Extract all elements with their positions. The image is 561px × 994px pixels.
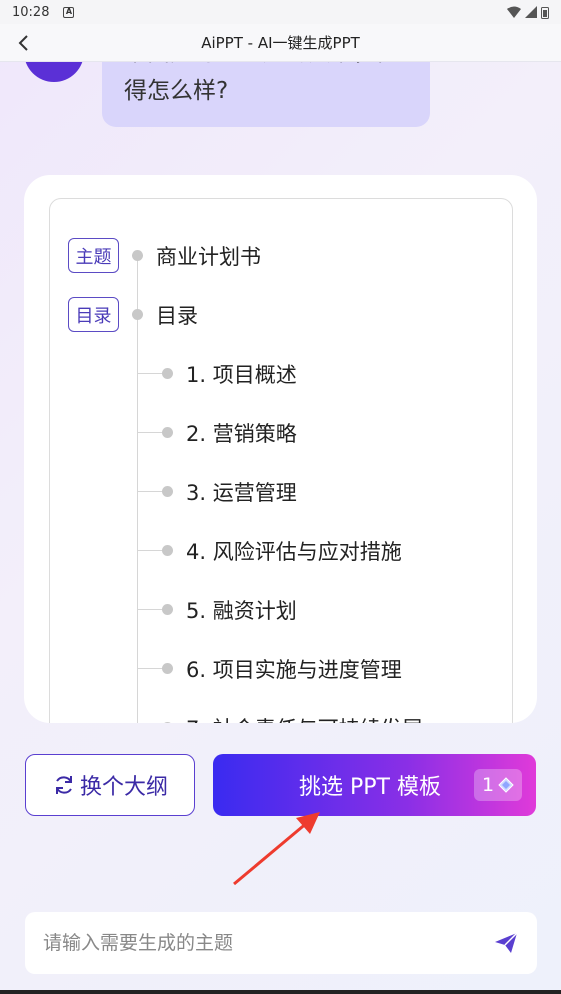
outline-item: 6. 项目实施与进度管理 — [186, 658, 402, 682]
app-bar: AiPPT - AI一键生成PPT — [0, 24, 561, 62]
tree-node — [132, 250, 143, 261]
refresh-icon — [55, 776, 72, 794]
chevron-left-icon — [18, 35, 28, 51]
outline-card[interactable]: 主题 商业计划书 目录 目录 1. 项目概述 2. 营销策略 3. 运营管理 4… — [24, 175, 537, 723]
outline-item: 3. 运营管理 — [186, 481, 297, 505]
pointer-arrow-icon — [233, 812, 320, 886]
tree-branch — [138, 491, 162, 492]
diamond-icon — [498, 777, 514, 793]
change-outline-label: 换个大纲 — [79, 775, 168, 800]
chat-bubble: 下面是为您生成的大纲，觉 得怎么样? — [102, 62, 430, 127]
theme-tag: 主题 — [68, 238, 119, 273]
send-icon[interactable] — [493, 930, 519, 956]
tree-branch — [138, 432, 162, 433]
theme-title: 商业计划书 — [156, 245, 261, 269]
chat-page: 下面是为您生成的大纲，觉 得怎么样? 主题 商业计划书 目录 目录 1. 项目概… — [0, 62, 561, 994]
tree-node — [162, 722, 173, 723]
bubble-line-2: 得怎么样? — [124, 78, 229, 104]
credit-badge: 1 — [474, 769, 522, 801]
toc-tag: 目录 — [68, 297, 119, 332]
tree-node — [162, 486, 173, 497]
status-bar: 10:28 A — [0, 0, 561, 24]
tree-node — [162, 545, 173, 556]
tree-node — [132, 309, 143, 320]
status-icons — [507, 6, 549, 19]
toc-title: 目录 — [156, 304, 198, 328]
select-template-label: 挑选 PPT 模板 — [299, 775, 441, 800]
notification-icon: A — [63, 6, 75, 18]
outline-item: 5. 融资计划 — [186, 599, 297, 623]
tree-spine — [137, 254, 138, 723]
battery-icon — [541, 6, 549, 19]
topic-input[interactable] — [43, 932, 493, 954]
outline-item: 1. 项目概述 — [186, 363, 297, 387]
back-button[interactable] — [10, 29, 38, 57]
tree-branch — [138, 668, 162, 669]
bubble-line-1: 下面是为您生成的大纲，觉 — [124, 62, 408, 72]
tree-branch — [138, 373, 162, 374]
bottom-bar — [0, 990, 561, 994]
credit-count: 1 — [481, 774, 495, 796]
topic-input-box[interactable] — [25, 912, 537, 974]
outline-item: 2. 营销策略 — [186, 422, 297, 446]
tree-node — [162, 427, 173, 438]
tree-branch — [138, 609, 162, 610]
wifi-icon — [507, 6, 521, 18]
status-time: 10:28 — [12, 4, 50, 20]
tree-node — [162, 604, 173, 615]
tree-node — [162, 368, 173, 379]
tree-branch — [138, 550, 162, 551]
outline-tree: 主题 商业计划书 目录 目录 1. 项目概述 2. 营销策略 3. 运营管理 4… — [49, 198, 513, 723]
bot-avatar — [24, 62, 84, 82]
outline-item: 4. 风险评估与应对措施 — [186, 540, 402, 564]
signal-icon — [525, 6, 537, 18]
page-title: AiPPT - AI一键生成PPT — [201, 34, 360, 52]
outline-item: 7. 社会责任与可持续发展 — [186, 713, 423, 723]
change-outline-button[interactable]: 换个大纲 — [25, 754, 195, 816]
tree-node — [162, 663, 173, 674]
